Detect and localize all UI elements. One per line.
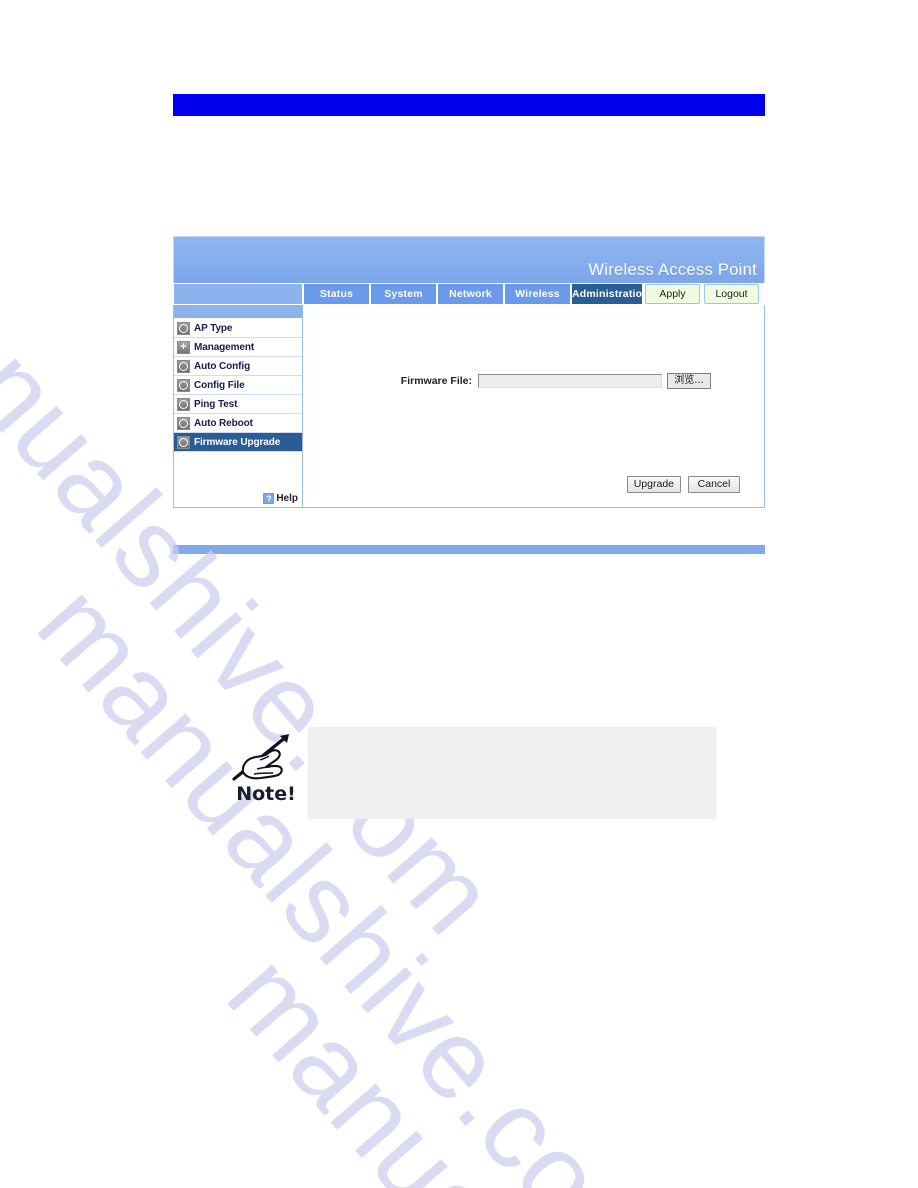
sidebar-item-firmware-upgrade[interactable]: Firmware Upgrade <box>174 433 302 452</box>
hand-with-pen-icon <box>232 734 289 781</box>
content-panel: Firmware File: 浏览... Upgrade Cancel <box>303 305 765 508</box>
plus-expand-icon <box>177 340 190 354</box>
question-mark-icon: ? <box>263 492 275 504</box>
sidebar-item-label: Ping Test <box>194 398 238 410</box>
watermark-layer: manualshive.com manualshive.com manualsh… <box>0 0 918 1188</box>
firmware-file-input[interactable] <box>478 374 662 388</box>
radio-circle-icon <box>177 416 190 430</box>
tab-bar: Status System Network Wireless Administr… <box>173 283 765 305</box>
sidebar-item-label: Config File <box>194 379 245 391</box>
sidebar-item-label: Firmware Upgrade <box>194 436 281 448</box>
sidebar-item-label: AP Type <box>194 322 233 334</box>
tab-system[interactable]: System <box>370 283 437 305</box>
bottom-divider-bar <box>173 545 765 554</box>
help-label: Help <box>276 492 298 504</box>
sidebar-item-label: Management <box>194 341 255 353</box>
tab-wireless[interactable]: Wireless <box>504 283 571 305</box>
radio-circle-icon <box>177 321 190 335</box>
router-web-ui-screenshot: Wireless Access Point Status System Netw… <box>173 236 765 508</box>
sidebar-item-auto-config[interactable]: Auto Config <box>174 357 302 376</box>
radio-circle-icon <box>177 397 190 411</box>
sidebar-spacer <box>174 452 302 489</box>
tab-administration[interactable]: Administration <box>571 283 643 305</box>
note-word: Note! <box>236 783 296 805</box>
sidebar-item-auto-reboot[interactable]: Auto Reboot <box>174 414 302 433</box>
tab-network[interactable]: Network <box>437 283 504 305</box>
upgrade-button[interactable]: Upgrade <box>626 476 681 493</box>
note-icon-group: Note! <box>230 732 302 810</box>
sidebar-item-ap-type[interactable]: AP Type <box>174 319 302 338</box>
cancel-button[interactable]: Cancel <box>688 476 740 493</box>
firmware-file-label: Firmware File: <box>400 375 472 387</box>
sidebar-item-config-file[interactable]: Config File <box>174 376 302 395</box>
radio-circle-icon <box>177 435 190 449</box>
ui-banner: Wireless Access Point <box>173 236 765 283</box>
apply-button[interactable]: Apply <box>645 284 700 304</box>
watermark-text: manualshive.com <box>14 561 691 1188</box>
sidebar-item-ping-test[interactable]: Ping Test <box>174 395 302 414</box>
sidebar-item-label: Auto Config <box>194 360 251 372</box>
browse-button[interactable]: 浏览... <box>667 373 711 389</box>
sidebar-header <box>174 305 302 319</box>
top-divider-bar <box>173 94 765 116</box>
note-body-box <box>308 727 716 819</box>
sidebar-item-management[interactable]: Management <box>174 338 302 357</box>
help-link[interactable]: ? Help <box>174 489 302 507</box>
note-block: Note! <box>222 722 722 822</box>
firmware-file-row: Firmware File: 浏览... <box>303 373 764 389</box>
tab-status[interactable]: Status <box>303 283 370 305</box>
watermark-text: manualshive.com <box>203 930 882 1188</box>
form-button-row: Upgrade Cancel <box>626 476 740 493</box>
ui-body: AP Type Management Auto Config Config Fi… <box>173 305 765 508</box>
sidebar-item-label: Auto Reboot <box>194 417 253 429</box>
sidebar: AP Type Management Auto Config Config Fi… <box>173 305 303 508</box>
logout-button[interactable]: Logout <box>704 284 759 304</box>
tab-bar-spacer <box>173 283 303 305</box>
radio-circle-icon <box>177 378 190 392</box>
page-title: Wireless Access Point <box>588 261 757 279</box>
radio-circle-icon <box>177 359 190 373</box>
